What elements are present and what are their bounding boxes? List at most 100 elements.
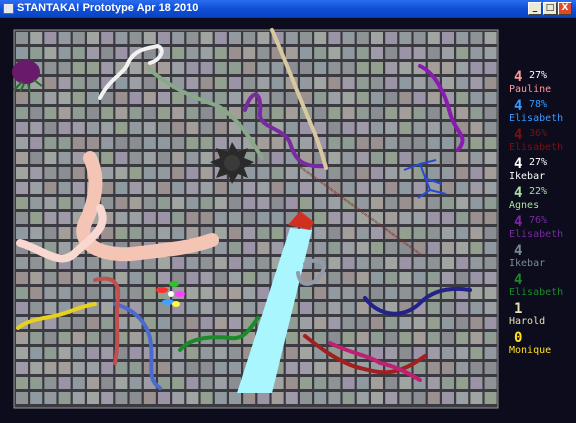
board-tile <box>200 347 213 359</box>
board-tile <box>186 167 199 179</box>
board-tile <box>328 257 341 269</box>
board-tile <box>399 137 412 149</box>
board-tile <box>87 137 99 149</box>
close-button[interactable]: X <box>558 2 572 15</box>
board-tile <box>470 242 483 254</box>
window-titlebar[interactable]: STANTAKA! Prototype Apr 18 2010 _ □ X <box>0 0 576 18</box>
minimize-button[interactable]: _ <box>528 2 542 15</box>
board-tile <box>30 212 43 224</box>
board-tile <box>257 32 270 44</box>
board-tile <box>342 182 355 194</box>
score-lives: 1 <box>514 301 523 317</box>
board-tile <box>427 377 440 389</box>
board-tile <box>328 377 341 389</box>
board-tile <box>115 197 128 209</box>
board-tile <box>271 227 284 239</box>
board-tile <box>442 182 454 194</box>
board-tile <box>129 167 142 179</box>
board-tile <box>143 212 156 224</box>
game-area[interactable]: ≈≈≈≈≈≈≈≈≈≈≈≈≈≈≈≈≈≈≈≈≈≈≈≈≈≈≈≈≈≈≈≈≈≈≈≈ 4 27… <box>0 18 576 423</box>
board-tile <box>342 227 355 239</box>
board-tile <box>271 92 284 104</box>
board-tile <box>200 302 213 314</box>
board-tile <box>200 182 213 194</box>
board-tile <box>413 32 426 44</box>
board-tile <box>470 32 483 44</box>
board-tile <box>399 257 412 269</box>
board-tile <box>328 212 341 224</box>
board-tile <box>484 152 497 164</box>
board-tile <box>399 32 412 44</box>
board-tile <box>356 317 369 329</box>
board-tile <box>342 137 355 149</box>
board-tile <box>442 227 454 239</box>
board-tile <box>87 77 99 89</box>
board-tile <box>413 197 426 209</box>
board-tile <box>399 392 412 404</box>
board-tile <box>385 347 398 359</box>
board-tile <box>186 377 199 389</box>
board-tile <box>58 152 71 164</box>
board-tile <box>214 47 227 59</box>
board-tile <box>214 122 227 134</box>
board-tile <box>314 197 327 209</box>
board-tile <box>300 317 312 329</box>
board-tile <box>314 107 327 119</box>
board-tile <box>371 392 383 404</box>
board-tile <box>58 182 71 194</box>
board-tile <box>200 317 213 329</box>
board-tile <box>101 362 114 374</box>
board-tile <box>342 32 355 44</box>
board-tile <box>427 302 440 314</box>
score-lives: 4 <box>514 69 523 85</box>
board-tile <box>413 122 426 134</box>
board-tile <box>143 227 156 239</box>
board-tile <box>442 347 454 359</box>
board-tile <box>356 47 369 59</box>
board-tile <box>186 362 199 374</box>
board-tile <box>356 377 369 389</box>
board-tile <box>229 302 241 314</box>
board-tile <box>456 212 469 224</box>
board-tile <box>328 152 341 164</box>
board-tile <box>456 362 469 374</box>
board-tile <box>356 227 369 239</box>
board-tile <box>243 47 256 59</box>
board-tile <box>30 302 43 314</box>
board-tile <box>342 287 355 299</box>
board-tile <box>87 32 99 44</box>
board-tile <box>371 377 383 389</box>
board-tile <box>413 77 426 89</box>
board-tile <box>186 77 199 89</box>
board-tile <box>101 182 114 194</box>
spiky-ball-enemy <box>210 142 254 184</box>
board-tile <box>129 392 142 404</box>
board-tile <box>456 152 469 164</box>
board-tile <box>257 257 270 269</box>
board-tile <box>129 107 142 119</box>
board-tile <box>413 257 426 269</box>
board-tile <box>214 302 227 314</box>
board-tile <box>456 197 469 209</box>
board-tile <box>470 107 483 119</box>
board-tile <box>143 122 156 134</box>
board-tile <box>158 182 170 194</box>
board-tile <box>300 197 312 209</box>
board-tile <box>172 392 185 404</box>
board-tile <box>328 107 341 119</box>
board-tile <box>200 137 213 149</box>
board-tile <box>115 122 128 134</box>
board-tile <box>328 167 341 179</box>
maximize-button[interactable]: □ <box>543 2 557 15</box>
board-tile <box>371 92 383 104</box>
board-tile <box>115 377 128 389</box>
board-tile <box>72 107 85 119</box>
board-tile <box>243 182 256 194</box>
board-tile <box>200 122 213 134</box>
board-tile <box>271 77 284 89</box>
game-board[interactable]: ≈≈≈≈≈≈≈≈≈≈≈≈≈≈≈≈≈≈≈≈≈≈≈≈≈≈≈≈≈≈≈≈≈≈≈≈ <box>0 18 576 423</box>
board-tile <box>101 107 114 119</box>
score-player-name: Pauline <box>509 84 552 95</box>
board-tile <box>172 107 185 119</box>
board-tile <box>470 287 483 299</box>
